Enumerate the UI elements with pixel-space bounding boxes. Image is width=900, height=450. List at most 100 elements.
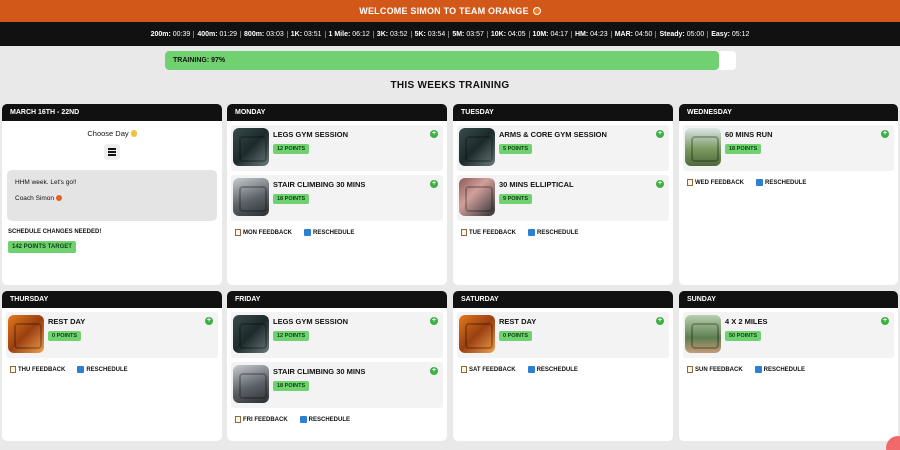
points-badge: 18 POINTS bbox=[273, 381, 310, 391]
day-card-header: TUESDAY bbox=[453, 104, 673, 121]
pace-item: 5M: 03:57 bbox=[448, 30, 487, 38]
add-circle-icon[interactable]: + bbox=[656, 130, 664, 138]
session-item[interactable]: STAIR CLIMBING 30 MINS 18 POINTS + bbox=[231, 175, 443, 221]
pace-item: 1K: 03:51 bbox=[286, 30, 325, 38]
session-thumbnail bbox=[685, 128, 721, 166]
session-item[interactable]: 4 X 2 MILES 50 POINTS + bbox=[683, 312, 894, 358]
session-title: STAIR CLIMBING 30 MINS bbox=[273, 180, 366, 189]
day-card-tuesday: TUESDAY ARMS & CORE GYM SESSION 5 POINTS… bbox=[453, 104, 673, 285]
add-circle-icon[interactable]: + bbox=[656, 317, 664, 325]
training-progress-label: TRAINING: 97% bbox=[173, 57, 226, 64]
add-circle-icon[interactable]: + bbox=[430, 317, 438, 325]
choose-day-label: Choose Day bbox=[2, 129, 222, 138]
day-card-header: MONDAY bbox=[227, 104, 447, 121]
session-title: LEGS GYM SESSION bbox=[273, 130, 349, 139]
day-card-header: FRIDAY bbox=[227, 291, 447, 308]
pace-item: 800m: 03:03 bbox=[240, 30, 287, 38]
calendar-icon bbox=[527, 366, 535, 373]
points-badge: 18 POINTS bbox=[725, 144, 762, 154]
day-card-header: THURSDAY bbox=[2, 291, 222, 308]
add-circle-icon[interactable]: + bbox=[656, 180, 664, 188]
feedback-link[interactable]: SAT FEEDBACK bbox=[461, 366, 516, 373]
session-item[interactable]: LEGS GYM SESSION 12 POINTS + bbox=[231, 312, 443, 358]
session-item[interactable]: STAIR CLIMBING 30 MINS 18 POINTS + bbox=[231, 362, 443, 408]
feedback-doc-icon bbox=[687, 179, 693, 186]
day-card-saturday: SATURDAY REST DAY 0 POINTS + SAT FEEDBAC… bbox=[453, 291, 673, 441]
add-circle-icon[interactable]: + bbox=[881, 317, 889, 325]
calendar-icon bbox=[77, 366, 85, 373]
session-thumbnail bbox=[233, 128, 269, 166]
session-item[interactable]: 30 MINS ELLIPTICAL 9 POINTS + bbox=[457, 175, 669, 221]
points-badge: 5 POINTS bbox=[499, 144, 533, 154]
feedback-link[interactable]: TUE FEEDBACK bbox=[461, 229, 516, 236]
day-card-header: WEDNESDAY bbox=[679, 104, 898, 121]
pace-item: 10M: 04:17 bbox=[528, 30, 571, 38]
day-card-header: SATURDAY bbox=[453, 291, 673, 308]
session-thumbnail bbox=[459, 178, 495, 216]
day-card-wednesday: WEDNESDAY 60 MINS RUN 18 POINTS + WED FE… bbox=[679, 104, 898, 285]
section-title: THIS WEEKS TRAINING bbox=[390, 80, 510, 91]
add-circle-icon[interactable]: + bbox=[881, 130, 889, 138]
pace-item: MAR: 04:50 bbox=[610, 30, 656, 38]
day-card-sunday: SUNDAY 4 X 2 MILES 50 POINTS + SUN FEEDB… bbox=[679, 291, 898, 441]
session-title: LEGS GYM SESSION bbox=[273, 317, 349, 326]
reschedule-link[interactable]: RESCHEDULE bbox=[527, 366, 578, 373]
feedback-doc-icon bbox=[461, 229, 467, 236]
welcome-title: WELCOME SIMON TO TEAM ORANGE bbox=[359, 6, 529, 16]
session-title: REST DAY bbox=[499, 317, 537, 326]
session-item[interactable]: REST DAY 0 POINTS + bbox=[6, 312, 218, 358]
reschedule-link[interactable]: RESCHEDULE bbox=[77, 366, 128, 373]
pace-item: 5K: 03:54 bbox=[410, 30, 449, 38]
add-circle-icon[interactable]: + bbox=[430, 180, 438, 188]
reschedule-link[interactable]: RESCHEDULE bbox=[299, 416, 350, 423]
coach-note-line: HHM week. Let's go!! bbox=[15, 179, 77, 186]
session-title: ARMS & CORE GYM SESSION bbox=[499, 130, 607, 139]
session-item[interactable]: REST DAY 0 POINTS + bbox=[457, 312, 669, 358]
week-card-header: MARCH 16TH - 22ND bbox=[2, 104, 222, 121]
menu-icon bbox=[108, 148, 116, 150]
schedule-changes-label: SCHEDULE CHANGES NEEDED! bbox=[8, 229, 102, 235]
feedback-doc-icon bbox=[235, 416, 241, 423]
add-circle-icon[interactable]: + bbox=[430, 130, 438, 138]
welcome-banner: WELCOME SIMON TO TEAM ORANGE bbox=[0, 0, 900, 22]
feedback-link[interactable]: SUN FEEDBACK bbox=[687, 366, 743, 373]
session-thumbnail bbox=[233, 178, 269, 216]
pace-item: 400m: 01:29 bbox=[193, 30, 240, 38]
day-card-monday: MONDAY LEGS GYM SESSION 12 POINTS + STAI… bbox=[227, 104, 447, 285]
calendar-icon bbox=[754, 366, 762, 373]
session-thumbnail bbox=[459, 315, 495, 353]
feedback-link[interactable]: FRI FEEDBACK bbox=[235, 416, 288, 423]
points-badge: 18 POINTS bbox=[273, 194, 310, 204]
pace-item: 200m: 00:39 bbox=[150, 30, 191, 38]
reschedule-link[interactable]: RESCHEDULE bbox=[528, 229, 578, 236]
choose-day-menu-button[interactable] bbox=[104, 144, 120, 160]
reschedule-link[interactable]: RESCHEDULE bbox=[304, 229, 354, 236]
orange-icon bbox=[55, 195, 62, 202]
day-card-header: SUNDAY bbox=[679, 291, 898, 308]
day-card-thursday: THURSDAY REST DAY 0 POINTS + THU FEEDBAC… bbox=[2, 291, 222, 441]
pace-item: 3K: 03:52 bbox=[372, 30, 411, 38]
points-badge: 12 POINTS bbox=[273, 331, 310, 341]
feedback-doc-icon bbox=[461, 366, 467, 373]
session-item[interactable]: ARMS & CORE GYM SESSION 5 POINTS + bbox=[457, 125, 669, 171]
points-target-badge: 142 POINTS TARGET bbox=[8, 241, 76, 253]
day-card-friday: FRIDAY LEGS GYM SESSION 12 POINTS + STAI… bbox=[227, 291, 447, 441]
feedback-link[interactable]: MON FEEDBACK bbox=[235, 229, 292, 236]
points-badge: 0 POINTS bbox=[499, 331, 533, 341]
session-item[interactable]: LEGS GYM SESSION 12 POINTS + bbox=[231, 125, 443, 171]
session-thumbnail bbox=[685, 315, 721, 353]
points-badge: 12 POINTS bbox=[273, 144, 310, 154]
reschedule-link[interactable]: RESCHEDULE bbox=[754, 366, 805, 373]
feedback-link[interactable]: WED FEEDBACK bbox=[687, 179, 744, 186]
hand-point-icon bbox=[130, 130, 137, 137]
reschedule-link[interactable]: RESCHEDULE bbox=[756, 179, 806, 186]
add-circle-icon[interactable]: + bbox=[205, 317, 213, 325]
session-item[interactable]: 60 MINS RUN 18 POINTS + bbox=[683, 125, 894, 171]
add-circle-icon[interactable]: + bbox=[430, 367, 438, 375]
session-title: 30 MINS ELLIPTICAL bbox=[499, 180, 574, 189]
pace-item: 1 Mile: 06:12 bbox=[324, 30, 373, 38]
feedback-link[interactable]: THU FEEDBACK bbox=[10, 366, 65, 373]
coach-signature: Coach Simon bbox=[15, 195, 209, 202]
orange-icon bbox=[532, 7, 541, 15]
pace-item: Steady: 05:00 bbox=[655, 30, 707, 38]
